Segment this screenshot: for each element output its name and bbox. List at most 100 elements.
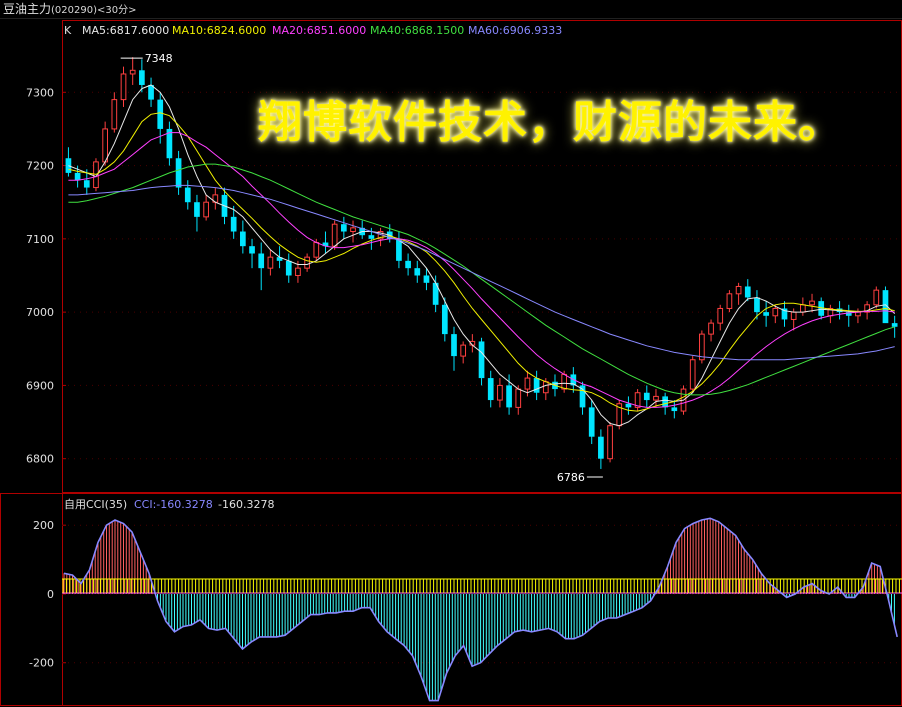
price-tick-label: 6800 — [26, 453, 54, 466]
low-label: 6786 — [557, 471, 585, 484]
candle — [588, 400, 595, 445]
price-axis: 6800 6900 7000 7100 7200 7300 — [26, 86, 66, 466]
legend-ma5: MA5:6817.6000 — [82, 24, 169, 37]
candle-body — [754, 297, 760, 313]
candle-body — [340, 224, 347, 232]
candle-body — [258, 253, 265, 269]
candle — [386, 224, 393, 243]
candle-body — [230, 216, 237, 232]
candle-body — [598, 436, 604, 459]
candle-body — [809, 300, 815, 306]
candle — [781, 301, 788, 327]
candle — [175, 150, 182, 195]
candle — [240, 220, 246, 254]
candle-body — [790, 311, 797, 320]
candle — [717, 304, 724, 331]
cci-value: -160.3278 — [218, 498, 274, 511]
candle — [478, 337, 485, 386]
period-label: <30分> — [97, 5, 137, 16]
candle — [607, 422, 613, 463]
candle-body — [607, 425, 613, 460]
candle — [396, 231, 402, 269]
candle — [432, 275, 439, 313]
candle-body — [689, 359, 696, 390]
candle-body — [744, 286, 751, 298]
candle — [643, 385, 650, 408]
candle — [735, 282, 742, 305]
candle-body — [102, 128, 108, 163]
candle-body — [506, 385, 512, 408]
price-tick-label: 6900 — [26, 379, 54, 392]
candle — [65, 147, 72, 177]
cci-tick-label: -200 — [29, 657, 54, 670]
candle — [827, 304, 834, 324]
price-tick-label: 7100 — [26, 233, 54, 246]
candle — [451, 326, 457, 371]
candle — [258, 242, 265, 291]
candle — [322, 231, 329, 254]
candle — [350, 220, 356, 243]
candle — [809, 293, 815, 313]
candle-body — [708, 322, 714, 335]
panel-prefix: K — [64, 24, 72, 37]
candle — [405, 253, 411, 276]
candle-body — [699, 333, 705, 361]
candle — [634, 389, 641, 412]
candle — [111, 92, 118, 133]
legend-ma10: MA10:6824.6000 — [172, 24, 266, 37]
price-tick-label: 7300 — [26, 86, 54, 99]
candle-body — [891, 323, 898, 327]
candle — [754, 290, 760, 320]
candle-body — [478, 341, 485, 379]
candle-body — [588, 407, 595, 437]
candle-body — [800, 304, 806, 313]
candle — [129, 57, 136, 85]
candle — [845, 304, 852, 327]
ma-legend: K MA5:6817.6000 MA10:6824.6000 MA20:6851… — [64, 24, 562, 37]
candle-body — [561, 373, 568, 390]
cci-tick-label: 0 — [47, 588, 54, 601]
instrument-name: 豆油主力 — [3, 2, 52, 16]
candle-body — [763, 312, 769, 316]
candle-body — [524, 377, 531, 390]
candle-body — [653, 395, 659, 401]
cci-zero-band — [62, 578, 902, 594]
candle-body — [331, 223, 338, 247]
candle-body — [267, 256, 274, 269]
candle — [671, 400, 678, 419]
candle-body — [120, 73, 127, 101]
cci-legend: 自用CCI(35) CCI:-160.3278 -160.3278 — [64, 498, 274, 511]
candle — [708, 319, 714, 342]
candle — [340, 216, 347, 239]
candle — [414, 260, 421, 283]
candle — [800, 297, 806, 316]
candle-body — [203, 201, 209, 218]
candle — [873, 286, 880, 309]
candle — [497, 378, 503, 408]
candle-body — [487, 378, 494, 401]
price-tick-label: 7200 — [26, 160, 54, 173]
cci-label: CCI:-160.3278 — [134, 498, 213, 511]
candle — [689, 356, 696, 393]
candle — [460, 341, 467, 364]
cci-panel-border — [0, 493, 902, 706]
candle-body — [497, 384, 503, 401]
candle-body — [175, 158, 182, 188]
candle — [653, 389, 659, 408]
candle — [579, 381, 586, 415]
candle — [148, 77, 154, 107]
legend-ma20: MA20:6851.6000 — [272, 24, 366, 37]
candle-body — [873, 289, 880, 306]
candle-body — [625, 403, 632, 408]
candle-body — [460, 344, 467, 357]
legend-ma60: MA60:6906.9333 — [468, 24, 562, 37]
candle-body — [194, 202, 200, 217]
candle-body — [368, 235, 375, 239]
candle — [194, 194, 200, 232]
candle — [285, 253, 292, 283]
candle-body — [662, 396, 668, 408]
legend-ma40: MA40:6868.1500 — [370, 24, 464, 37]
instrument-code: (020290) — [51, 5, 97, 16]
candle-body — [671, 407, 678, 412]
candle-body — [313, 242, 320, 258]
